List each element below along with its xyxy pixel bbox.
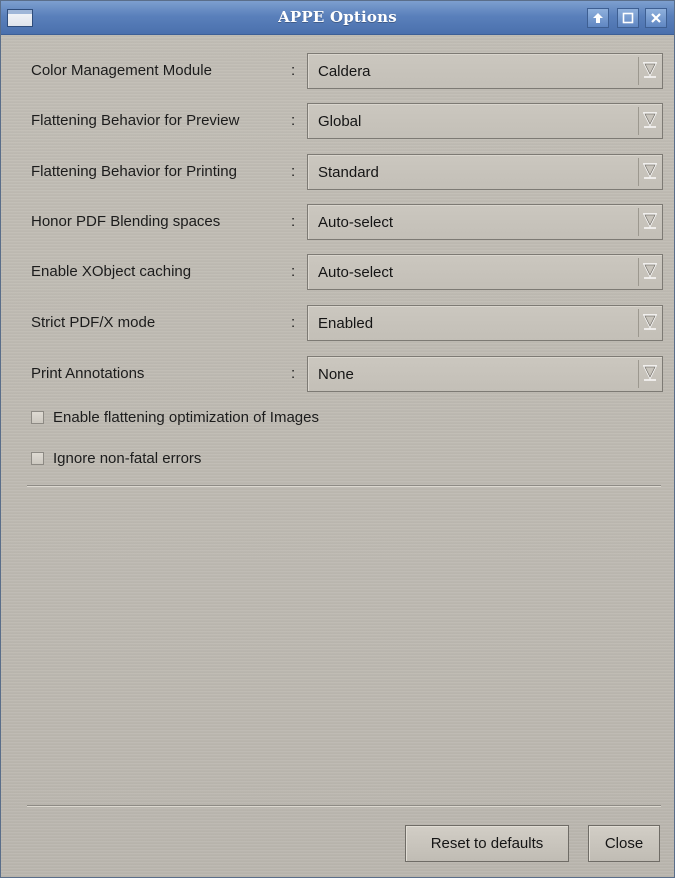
chevron-down-icon[interactable]	[638, 309, 660, 337]
chevron-down-icon[interactable]	[638, 107, 660, 135]
combo-value: Auto-select	[318, 264, 394, 281]
strict-pdfx-mode-combo[interactable]: Enabled	[307, 305, 663, 341]
colon: :	[291, 62, 296, 79]
colon: :	[291, 365, 296, 382]
colon: :	[291, 263, 296, 280]
maximize-icon	[622, 12, 634, 24]
chevron-down-icon[interactable]	[638, 258, 660, 286]
print-annotations-combo[interactable]: None	[307, 356, 663, 392]
close-icon	[651, 13, 661, 23]
ignore-errors-label: Ignore non-fatal errors	[53, 450, 202, 467]
close-button[interactable]: Close	[588, 825, 660, 862]
colon: :	[291, 112, 296, 129]
chevron-down-icon[interactable]	[638, 158, 660, 186]
color-management-module-label: Color Management Module	[31, 62, 212, 79]
flattening-preview-combo[interactable]: Global	[307, 103, 663, 139]
xobject-caching-label: Enable XObject caching	[31, 263, 192, 280]
chevron-down-icon[interactable]	[638, 208, 660, 236]
flattening-optimization-checkbox[interactable]	[31, 411, 44, 424]
strict-pdfx-mode-label: Strict PDF/X mode	[31, 314, 156, 331]
chevron-down-icon[interactable]	[638, 57, 660, 85]
flattening-printing-combo[interactable]: Standard	[307, 154, 663, 190]
separator	[27, 805, 661, 807]
xobject-caching-combo[interactable]: Auto-select	[307, 254, 663, 290]
combo-value: Caldera	[318, 63, 371, 80]
flattening-printing-label: Flattening Behavior for Printing	[31, 163, 237, 180]
colon: :	[291, 163, 296, 180]
color-management-module-combo[interactable]: Caldera	[307, 53, 663, 89]
chevron-down-icon[interactable]	[638, 360, 660, 388]
ignore-errors-checkbox[interactable]	[31, 452, 44, 465]
window-title: APPE Options	[278, 8, 397, 26]
colon: :	[291, 314, 296, 331]
combo-value: Enabled	[318, 315, 374, 332]
combo-value: None	[318, 366, 354, 383]
shade-button[interactable]	[587, 8, 609, 28]
print-annotations-label: Print Annotations	[31, 365, 145, 382]
separator	[27, 485, 661, 487]
appe-options-dialog: APPE Options Color Management Module : C…	[0, 0, 675, 878]
colon: :	[291, 213, 296, 230]
flattening-optimization-label: Enable flattening optimization of Images	[53, 409, 319, 426]
flattening-preview-label: Flattening Behavior for Preview	[31, 112, 240, 129]
reset-to-defaults-button[interactable]: Reset to defaults	[405, 825, 569, 862]
honor-pdf-blending-combo[interactable]: Auto-select	[307, 204, 663, 240]
combo-value: Global	[318, 113, 362, 130]
title-bar[interactable]: APPE Options	[1, 1, 674, 35]
combo-value: Standard	[318, 164, 379, 181]
combo-value: Auto-select	[318, 214, 394, 231]
close-window-button[interactable]	[645, 8, 667, 28]
honor-pdf-blending-label: Honor PDF Blending spaces	[31, 213, 221, 230]
up-arrow-icon	[593, 13, 603, 23]
maximize-button[interactable]	[617, 8, 639, 28]
